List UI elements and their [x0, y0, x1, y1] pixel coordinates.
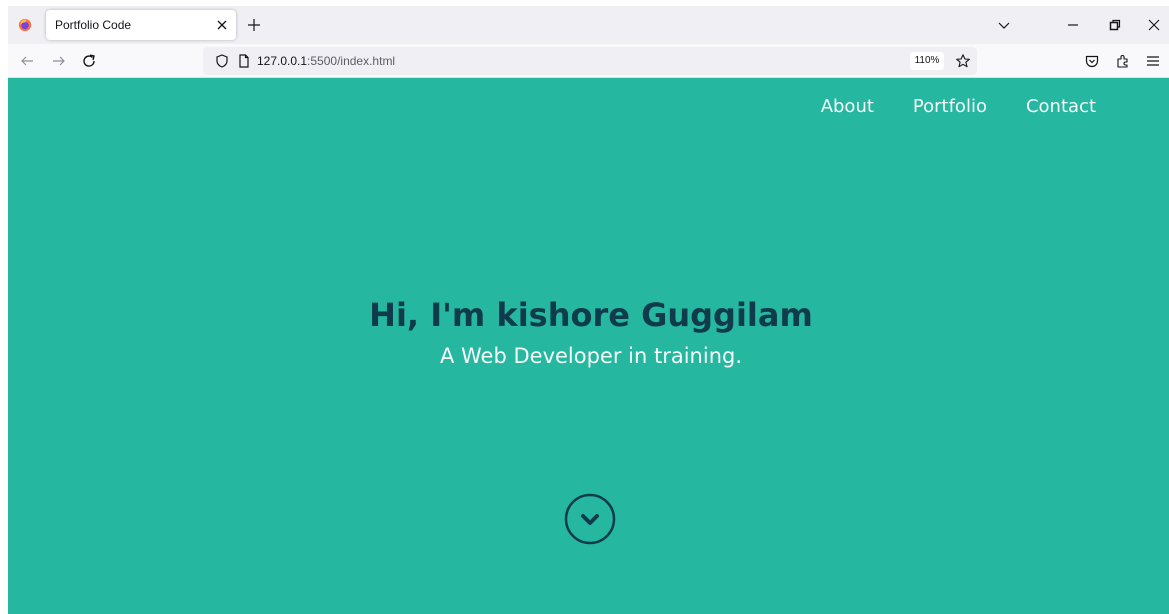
chevron-down-icon[interactable] — [996, 17, 1012, 33]
pocket-icon[interactable] — [1084, 53, 1100, 69]
navigation-toolbar: 127.0.0.1:5500/index.html 110% — [8, 44, 1169, 78]
hero-title: Hi, I'm kishore Guggilam — [369, 296, 813, 334]
tab-strip: Portfolio Code — [8, 6, 1169, 44]
tab-portfolio-code[interactable]: Portfolio Code — [46, 10, 236, 40]
hamburger-menu-icon[interactable] — [1145, 53, 1161, 69]
address-bar[interactable]: 127.0.0.1:5500/index.html 110% — [203, 47, 977, 75]
shield-icon[interactable] — [214, 53, 230, 69]
nav-link-about[interactable]: About — [821, 96, 874, 117]
extensions-icon[interactable] — [1115, 53, 1131, 69]
reload-icon[interactable] — [81, 53, 97, 69]
tab-title: Portfolio Code — [55, 18, 132, 32]
url-path: :5500/index.html — [307, 54, 396, 68]
star-icon[interactable] — [955, 53, 971, 69]
site-navigation: About Portfolio Contact — [821, 96, 1096, 117]
restore-icon[interactable] — [1107, 17, 1123, 33]
zoom-level-badge[interactable]: 110% — [910, 52, 944, 70]
minimize-icon[interactable] — [1065, 17, 1081, 33]
close-icon[interactable] — [214, 17, 230, 33]
url-host: 127.0.0.1 — [257, 54, 308, 68]
window-edge — [0, 0, 8, 614]
forward-arrow-icon[interactable] — [51, 53, 67, 69]
page-viewport: About Portfolio Contact Hi, I'm kishore … — [8, 78, 1169, 614]
url-text[interactable]: 127.0.0.1:5500/index.html — [257, 54, 395, 68]
page-icon[interactable] — [236, 53, 252, 69]
nav-link-contact[interactable]: Contact — [1026, 96, 1096, 117]
close-icon[interactable] — [1146, 17, 1162, 33]
plus-icon[interactable] — [246, 17, 262, 33]
browser-window: Portfolio Code 127.0.0.1:5500/index.html… — [0, 0, 1169, 614]
back-arrow-icon[interactable] — [19, 53, 35, 69]
hero-subtitle: A Web Developer in training. — [439, 344, 743, 368]
nav-link-portfolio[interactable]: Portfolio — [913, 96, 987, 117]
chevron-down-circle-icon[interactable] — [564, 493, 616, 545]
firefox-logo-icon — [18, 18, 32, 32]
